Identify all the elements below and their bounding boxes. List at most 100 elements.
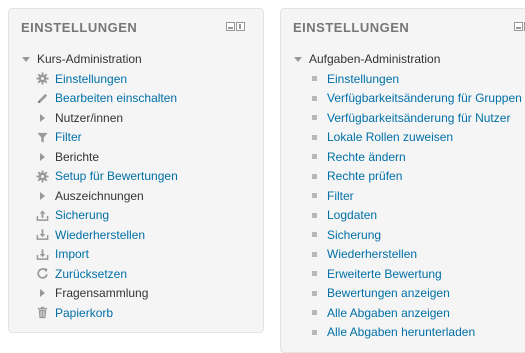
bullet-icon xyxy=(308,287,321,300)
nav-item-label: Bearbeiten einschalten xyxy=(55,91,178,106)
nav-item-label: Wiederherstellen xyxy=(55,227,146,242)
gear-icon xyxy=(36,72,49,85)
nav-item-erweiterte-bewertung[interactable]: Erweiterte Bewertung xyxy=(308,264,522,284)
nav-item-bearbeiten-einschalten[interactable]: Bearbeiten einschalten xyxy=(36,89,178,109)
nav-item-logdaten[interactable]: Logdaten xyxy=(308,206,522,226)
nav-item-label: Filter xyxy=(327,188,354,203)
nav-item-verfuegbarkeit-gruppen[interactable]: Verfügbarkeitsänderung für Gruppen xyxy=(308,89,522,109)
admin-items: Einstellungen Verfügbarkeitsänderung für… xyxy=(293,69,522,342)
nav-item-fragensammlung[interactable]: Fragensammlung xyxy=(36,284,178,304)
nav-item-label: Wiederherstellen xyxy=(327,247,418,262)
expand-arrow-icon xyxy=(36,287,49,300)
block-title: EINSTELLUNGEN xyxy=(293,20,410,35)
bullet-icon xyxy=(308,209,321,222)
nav-item-filter[interactable]: Filter xyxy=(36,128,178,148)
collapse-arrow-icon xyxy=(22,56,30,62)
bullet-icon xyxy=(308,267,321,280)
bullet-icon xyxy=(308,111,321,124)
nav-item-label: Filter xyxy=(55,130,82,145)
nav-item-filter[interactable]: Filter xyxy=(308,186,522,206)
tree-root-label: Aufgaben-Administration xyxy=(309,52,441,66)
block-controls xyxy=(226,22,245,31)
nav-item-label: Rechte ändern xyxy=(327,149,406,164)
nav-item-label: Import xyxy=(55,247,90,262)
nav-item-label: Logdaten xyxy=(327,208,378,223)
expand-arrow-icon xyxy=(36,189,49,202)
bullet-icon xyxy=(308,228,321,241)
trash-icon xyxy=(36,306,49,319)
block-title: EINSTELLUNGEN xyxy=(21,20,138,35)
nav-item-label: Verfügbarkeitsänderung für Gruppen xyxy=(327,91,522,106)
nav-item-bewertungen-anzeigen[interactable]: Bewertungen anzeigen xyxy=(308,284,522,304)
tree-root-aufgaben-administration[interactable]: Aufgaben-Administration xyxy=(293,49,522,69)
nav-item-label: Sicherung xyxy=(327,227,382,242)
nav-item-einstellungen[interactable]: Einstellungen xyxy=(36,69,178,89)
bullet-icon xyxy=(308,326,321,339)
nav-item-setup-bewertungen[interactable]: Setup für Bewertungen xyxy=(36,167,178,187)
nav-item-auszeichnungen[interactable]: Auszeichnungen xyxy=(36,186,178,206)
restore-download-icon xyxy=(36,228,49,241)
reset-icon xyxy=(36,267,49,280)
nav-item-lokale-rollen[interactable]: Lokale Rollen zuweisen xyxy=(308,128,522,148)
backup-upload-icon xyxy=(36,209,49,222)
import-icon xyxy=(36,248,49,261)
expand-arrow-icon xyxy=(36,150,49,163)
nav-item-sicherung[interactable]: Sicherung xyxy=(308,225,522,245)
nav-item-label: Verfügbarkeitsänderung für Nutzer xyxy=(327,110,511,125)
nav-item-wiederherstellen[interactable]: Wiederherstellen xyxy=(308,245,522,265)
nav-item-label: Einstellungen xyxy=(55,71,128,86)
gear-icon xyxy=(36,170,49,183)
bullet-icon xyxy=(308,72,321,85)
tree-root-kurs-administration[interactable]: Kurs-Administration xyxy=(21,49,178,69)
nav-item-label: Alle Abgaben herunterladen xyxy=(327,325,476,340)
bullet-icon xyxy=(308,170,321,183)
nav-item-label: Setup für Bewertungen xyxy=(55,169,178,184)
block-header: EINSTELLUNGEN xyxy=(293,19,525,37)
nav-item-label: Berichte xyxy=(55,149,100,164)
admin-items: Einstellungen Bearbeiten einschalten Nut… xyxy=(21,69,178,323)
nav-item-alle-abgaben-anzeigen[interactable]: Alle Abgaben anzeigen xyxy=(308,303,522,323)
bullet-icon xyxy=(308,150,321,163)
nav-item-rechte-pruefen[interactable]: Rechte prüfen xyxy=(308,167,522,187)
nav-item-label: Fragensammlung xyxy=(55,286,149,301)
nav-item-rechte-aendern[interactable]: Rechte ändern xyxy=(308,147,522,167)
bullet-icon xyxy=(308,306,321,319)
nav-item-wiederherstellen[interactable]: Wiederherstellen xyxy=(36,225,178,245)
nav-item-label: Lokale Rollen zuweisen xyxy=(327,130,454,145)
admin-tree: Kurs-Administration Einstellungen Bearbe… xyxy=(21,49,178,323)
settings-block-left: EINSTELLUNGEN Kurs-Administration Einste… xyxy=(8,8,264,333)
nav-item-label: Einstellungen xyxy=(327,71,400,86)
block-header: EINSTELLUNGEN xyxy=(21,19,253,37)
nav-item-verfuegbarkeit-nutzer[interactable]: Verfügbarkeitsänderung für Nutzer xyxy=(308,108,522,128)
bullet-icon xyxy=(308,131,321,144)
dock-block-icon[interactable] xyxy=(514,22,523,31)
tree-root-label: Kurs-Administration xyxy=(37,52,142,66)
nav-item-zuruecksetzen[interactable]: Zurücksetzen xyxy=(36,264,178,284)
nav-item-sicherung[interactable]: Sicherung xyxy=(36,206,178,226)
bullet-icon xyxy=(308,189,321,202)
bullet-icon xyxy=(308,92,321,105)
move-block-icon[interactable] xyxy=(236,22,245,31)
nav-item-label: Papierkorb xyxy=(55,305,114,320)
admin-tree: Aufgaben-Administration Einstellungen Ve… xyxy=(293,49,522,342)
nav-item-einstellungen[interactable]: Einstellungen xyxy=(308,69,522,89)
nav-item-label: Zurücksetzen xyxy=(55,266,128,281)
nav-item-import[interactable]: Import xyxy=(36,245,178,265)
filter-icon xyxy=(36,131,49,144)
nav-item-label: Sicherung xyxy=(55,208,110,223)
collapse-arrow-icon xyxy=(294,56,302,62)
nav-item-label: Erweiterte Bewertung xyxy=(327,266,442,281)
nav-item-nutzer-innen[interactable]: Nutzer/innen xyxy=(36,108,178,128)
nav-item-label: Rechte prüfen xyxy=(327,169,403,184)
dock-block-icon[interactable] xyxy=(226,22,235,31)
bullet-icon xyxy=(308,248,321,261)
block-controls xyxy=(514,22,525,31)
expand-arrow-icon xyxy=(36,111,49,124)
settings-block-right: EINSTELLUNGEN Aufgaben-Administration Ei… xyxy=(280,8,525,353)
nav-item-papierkorb[interactable]: Papierkorb xyxy=(36,303,178,323)
nav-item-label: Bewertungen anzeigen xyxy=(327,286,450,301)
nav-item-berichte[interactable]: Berichte xyxy=(36,147,178,167)
nav-item-label: Nutzer/innen xyxy=(55,110,124,125)
nav-item-alle-abgaben-herunterladen[interactable]: Alle Abgaben herunterladen xyxy=(308,323,522,343)
pencil-icon xyxy=(36,92,49,105)
